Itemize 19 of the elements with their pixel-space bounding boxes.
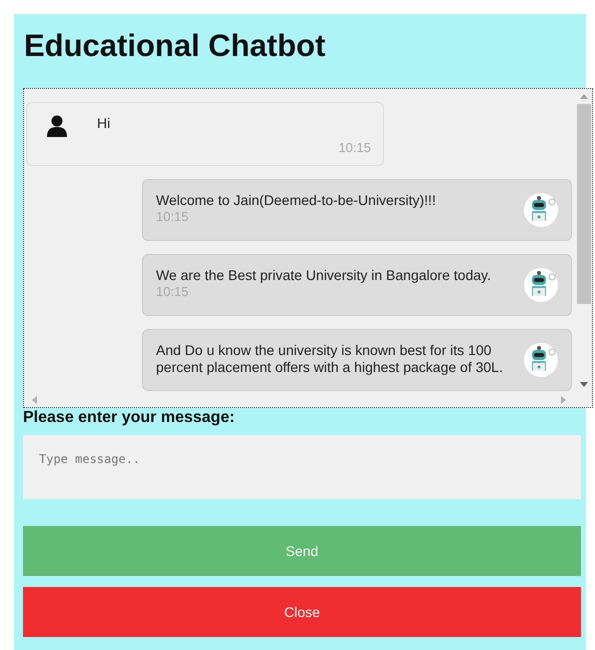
user-icon — [47, 115, 67, 137]
robot-icon — [523, 267, 559, 303]
message-text: We are the Best private University in Bangalore today. — [156, 267, 492, 284]
send-button[interactable]: Send — [23, 526, 581, 576]
message-input[interactable]: Type message.. — [23, 435, 581, 499]
scrollbar-thumb[interactable] — [577, 104, 591, 304]
message-text: And Do u know the university is known best for its 100 percent placement offers with a highest package of 30L. — [156, 342, 503, 376]
message-text: Hi — [97, 115, 112, 132]
scroll-right-icon[interactable] — [561, 396, 566, 404]
close-button[interactable]: Close — [23, 587, 581, 637]
scroll-left-icon[interactable] — [32, 396, 37, 404]
page-title: Educational Chatbot — [23, 27, 326, 65]
robot-icon — [523, 342, 559, 378]
scroll-down-icon[interactable] — [580, 382, 588, 387]
message-text: Welcome to Jain(Deemed-to-be-University)!!! — [156, 192, 437, 209]
scroll-up-icon[interactable] — [580, 94, 588, 99]
robot-icon — [523, 192, 559, 228]
message-label: Please enter your message: — [23, 409, 236, 428]
message-time: 10:15 — [337, 140, 371, 155]
